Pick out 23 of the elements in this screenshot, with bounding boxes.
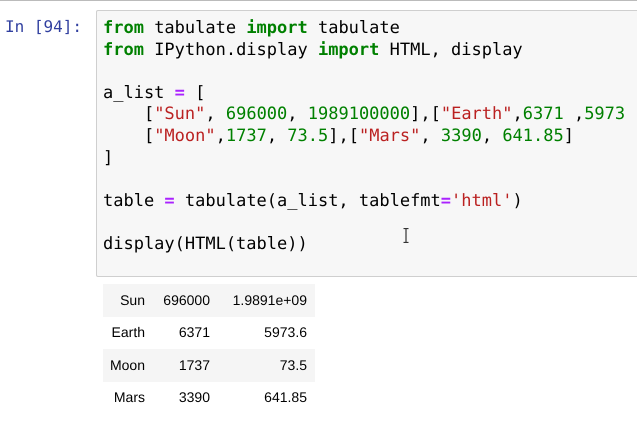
input-prompt: In [94]: <box>4 16 84 38</box>
table-cell: Mars <box>103 382 153 414</box>
code-line: ] <box>103 148 114 170</box>
code-cell[interactable] <box>96 10 637 277</box>
table-cell: 73.5 <box>218 349 315 382</box>
table-cell: 6371 <box>153 316 218 349</box>
code-line: from IPython.display import HTML, display <box>103 40 523 62</box>
table-cell: 5973.6 <box>218 316 315 349</box>
code-line: ["Moon",1737, 73.5],["Mars", 3390, 641.85] <box>142 126 574 148</box>
code-line: a_list = [ <box>103 82 206 104</box>
table-cell: 696000 <box>153 284 218 316</box>
table-cell: 1.9891e+09 <box>218 284 315 316</box>
table-cell: 3390 <box>153 382 218 414</box>
table-cell: 1737 <box>153 349 218 382</box>
code-line: display(HTML(table)) <box>103 234 308 256</box>
table-cell: 641.85 <box>218 382 315 414</box>
table-cell: Earth <box>103 316 153 349</box>
code-line: table = tabulate(a_list, tablefmt='html') <box>103 190 523 212</box>
code-line: from tabulate import tabulate <box>103 18 400 40</box>
code-line: ["Sun", 696000, 1989100000],["Earth",6371 ,5973 <box>142 104 626 126</box>
table-cell: Moon <box>103 349 153 382</box>
text-cursor-icon <box>403 228 409 243</box>
table-cell: Sun <box>103 284 153 316</box>
